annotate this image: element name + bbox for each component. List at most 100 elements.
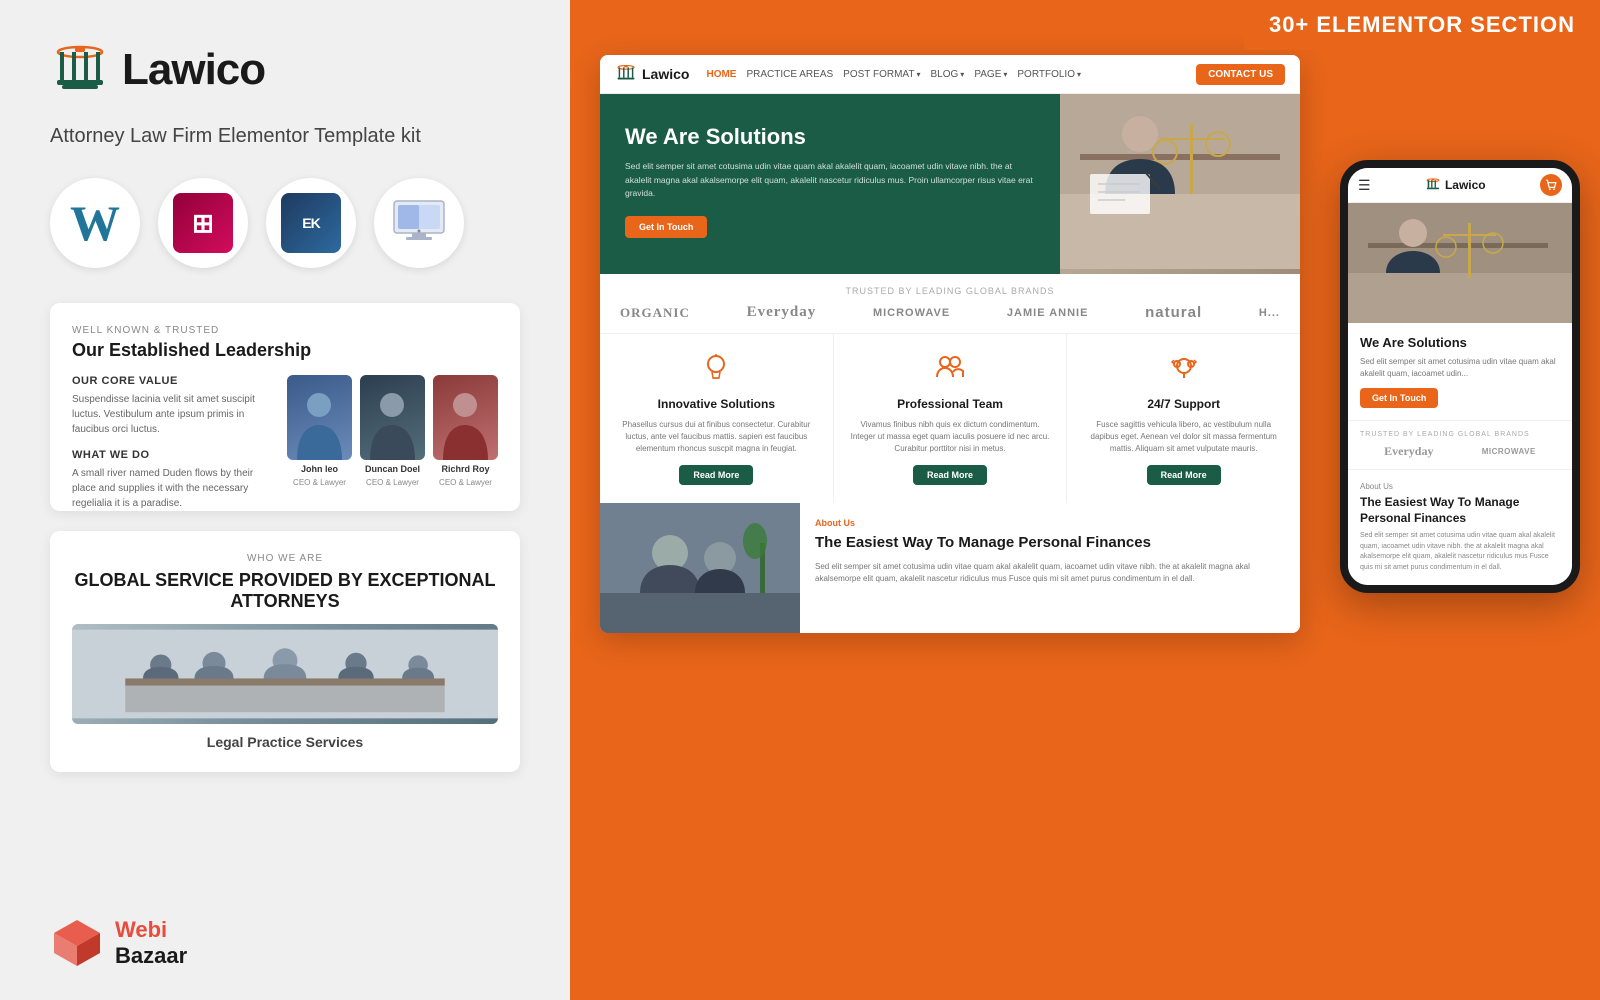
- mobile-brand-everyday: Everyday: [1384, 444, 1433, 459]
- global-image: ▶: [72, 624, 498, 724]
- brand-natural: natural: [1145, 304, 1202, 321]
- team-member-2-photo: [360, 375, 425, 460]
- mobile-nav-bar: ☰ Lawico: [1348, 168, 1572, 203]
- team-member-2-role: CEO & Lawyer: [366, 478, 419, 487]
- brands-label: TRUSTED BY LEADING GLOBAL BRANDS: [620, 286, 1280, 296]
- well-known-tag: WELL KNOWN & TRUSTED: [72, 325, 498, 336]
- brand-everyday: Everyday: [747, 304, 817, 321]
- mobile-brands-section: TRUSTED BY LEADING GLOBAL BRANDS Everyda…: [1348, 420, 1572, 469]
- leadership-body: OUR CORE VALUE Suspendisse lacinia velit…: [72, 375, 498, 511]
- bazaar-text: Bazaar: [115, 943, 187, 969]
- hero-cta-button[interactable]: Get In Touch: [625, 216, 707, 238]
- nav-home[interactable]: HOME: [706, 69, 736, 80]
- mobile-about-description: Sed elit semper sit amet cotusima udin v…: [1360, 531, 1560, 573]
- professional-team-icon: [849, 352, 1052, 389]
- service-1-desc: Phasellus cursus dui at finibus consecte…: [615, 419, 818, 455]
- person-silhouette-1: [287, 385, 352, 460]
- mobile-logo-area: Lawico: [1425, 177, 1486, 193]
- monitor-icon-circle: [374, 178, 464, 268]
- nav-logo: Lawico: [615, 63, 689, 85]
- person-silhouette-2: [360, 385, 425, 460]
- service-3-title: 24/7 Support: [1082, 397, 1285, 411]
- wordpress-icon: W: [70, 198, 120, 248]
- who-we-are-tag: WHO WE ARE: [72, 553, 498, 564]
- about-right: About Us The Easiest Way To Manage Perso…: [800, 503, 1300, 633]
- ek-icon: EK: [281, 193, 341, 253]
- mobile-about-title: The Easiest Way To Manage Personal Finan…: [1360, 495, 1560, 526]
- global-title: GLOBAL SERVICE PROVIDED BY EXCEPTIONAL A…: [72, 570, 498, 612]
- nav-links: HOME PRACTICE AREAS POST FORMAT ▾ BLOG ▾…: [706, 69, 1184, 80]
- mobile-brands-row: Everyday MICROWAVE: [1360, 444, 1560, 459]
- hamburger-icon[interactable]: ☰: [1358, 177, 1371, 194]
- elementor-badge-text: 30+ ELEMENTOR SECTION: [1269, 12, 1575, 37]
- service-2-btn[interactable]: Read More: [913, 465, 987, 485]
- webibazaar-text: Webi Bazaar: [115, 917, 187, 969]
- what-we-do-title: WHAT WE DO: [72, 449, 272, 461]
- brand-organic: ORGANIC: [620, 305, 690, 321]
- team-members-row: John leo CEO & Lawyer Duncan Doel CEO & …: [287, 375, 498, 511]
- wordpress-icon-circle: W: [50, 178, 140, 268]
- global-service-card: WHO WE ARE GLOBAL SERVICE PROVIDED BY EX…: [50, 531, 520, 772]
- mobile-hero-description: Sed elit semper sit amet cotusima udin v…: [1360, 356, 1560, 380]
- team-member-2-name: Duncan Doel: [365, 464, 420, 474]
- mobile-hero-text: We Are Solutions Sed elit semper sit ame…: [1348, 323, 1572, 420]
- innovative-solutions-icon: [615, 352, 818, 389]
- team-member-1-role: CEO & Lawyer: [293, 478, 346, 487]
- team-member-3-name: Richrd Roy: [441, 464, 489, 474]
- about-section: About Us The Easiest Way To Manage Perso…: [600, 503, 1300, 633]
- nav-blog[interactable]: BLOG ▾: [931, 69, 965, 80]
- nav-post-format[interactable]: POST FORMAT ▾: [843, 69, 920, 80]
- hero-left: We Are Solutions Sed elit semper sit ame…: [600, 94, 1060, 274]
- nav-page[interactable]: PAGE ▾: [974, 69, 1007, 80]
- team-member-3-photo: [433, 375, 498, 460]
- webi-text: Webi: [115, 917, 187, 943]
- team-member-3-role: CEO & Lawyer: [439, 478, 492, 487]
- brand-name: Lawico: [122, 45, 265, 95]
- service-1-btn[interactable]: Read More: [679, 465, 753, 485]
- mobile-cart-icon[interactable]: [1540, 174, 1562, 196]
- chevron-down-icon: ▾: [960, 70, 964, 79]
- service-2-desc: Vivamus finibus nibh quis ex dictum cond…: [849, 419, 1052, 455]
- hero-image: [1060, 94, 1300, 274]
- ek-icon-circle: EK: [266, 178, 356, 268]
- elementor-icon: ⊞: [173, 193, 233, 253]
- service-card-3: 24/7 Support Fusce sagittis vehicula lib…: [1067, 334, 1300, 503]
- support-icon: [1082, 352, 1285, 389]
- brand-jamiesannie: JAMIE ANNIE: [1007, 307, 1089, 319]
- service-card-2: Professional Team Vivamus finibus nibh q…: [834, 334, 1068, 503]
- chevron-down-icon: ▾: [916, 70, 920, 79]
- mobile-brands-label: TRUSTED BY LEADING GLOBAL BRANDS: [1360, 431, 1560, 438]
- chevron-down-icon: ▾: [1003, 70, 1007, 79]
- hero-section: We Are Solutions Sed elit semper sit ame…: [600, 94, 1300, 274]
- core-value-text: Suspendisse lacinia velit sit amet susci…: [72, 392, 272, 437]
- mobile-hero-cta-button[interactable]: Get In Touch: [1360, 388, 1438, 408]
- service-3-btn[interactable]: Read More: [1147, 465, 1221, 485]
- what-we-do-text: A small river named Duden flows by their…: [72, 466, 272, 511]
- brand-logo-area: Lawico: [50, 40, 520, 100]
- contact-us-button[interactable]: CONTACT US: [1196, 64, 1285, 85]
- service-card-1: Innovative Solutions Phasellus cursus du…: [600, 334, 834, 503]
- elementor-icon-circle: ⊞: [158, 178, 248, 268]
- nav-practice[interactable]: PRACTICE AREAS: [746, 69, 833, 80]
- person-silhouette-3: [433, 385, 498, 460]
- about-image: [600, 503, 800, 633]
- mobile-brand-microwave: MICROWAVE: [1482, 447, 1536, 456]
- about-description: Sed elit semper sit amet cotusima udin v…: [815, 561, 1285, 585]
- leadership-card: WELL KNOWN & TRUSTED Our Established Lea…: [50, 303, 520, 511]
- webibazaar-icon: [50, 915, 105, 970]
- brands-section: TRUSTED BY LEADING GLOBAL BRANDS ORGANIC…: [600, 274, 1300, 333]
- mobile-logo-icon: [1425, 177, 1441, 193]
- mobile-hero-img-svg: [1348, 203, 1572, 323]
- elementor-badge: 30+ ELEMENTOR SECTION: [1244, 0, 1600, 50]
- service-2-title: Professional Team: [849, 397, 1052, 411]
- services-section: Innovative Solutions Phasellus cursus du…: [600, 333, 1300, 503]
- about-title: The Easiest Way To Manage Personal Finan…: [815, 533, 1285, 553]
- mobile-about-tag: About Us: [1360, 482, 1560, 491]
- tech-icons-row: W ⊞ EK: [50, 178, 520, 268]
- core-value-title: OUR CORE VALUE: [72, 375, 272, 387]
- hero-image-svg: [1060, 94, 1300, 269]
- nav-portfolio[interactable]: PORTFOLIO ▾: [1017, 69, 1081, 80]
- hero-description: Sed elit semper sit amet cotusima udin v…: [625, 160, 1035, 201]
- team-member-1: John leo CEO & Lawyer: [287, 375, 352, 487]
- monitor-icon: [390, 197, 448, 249]
